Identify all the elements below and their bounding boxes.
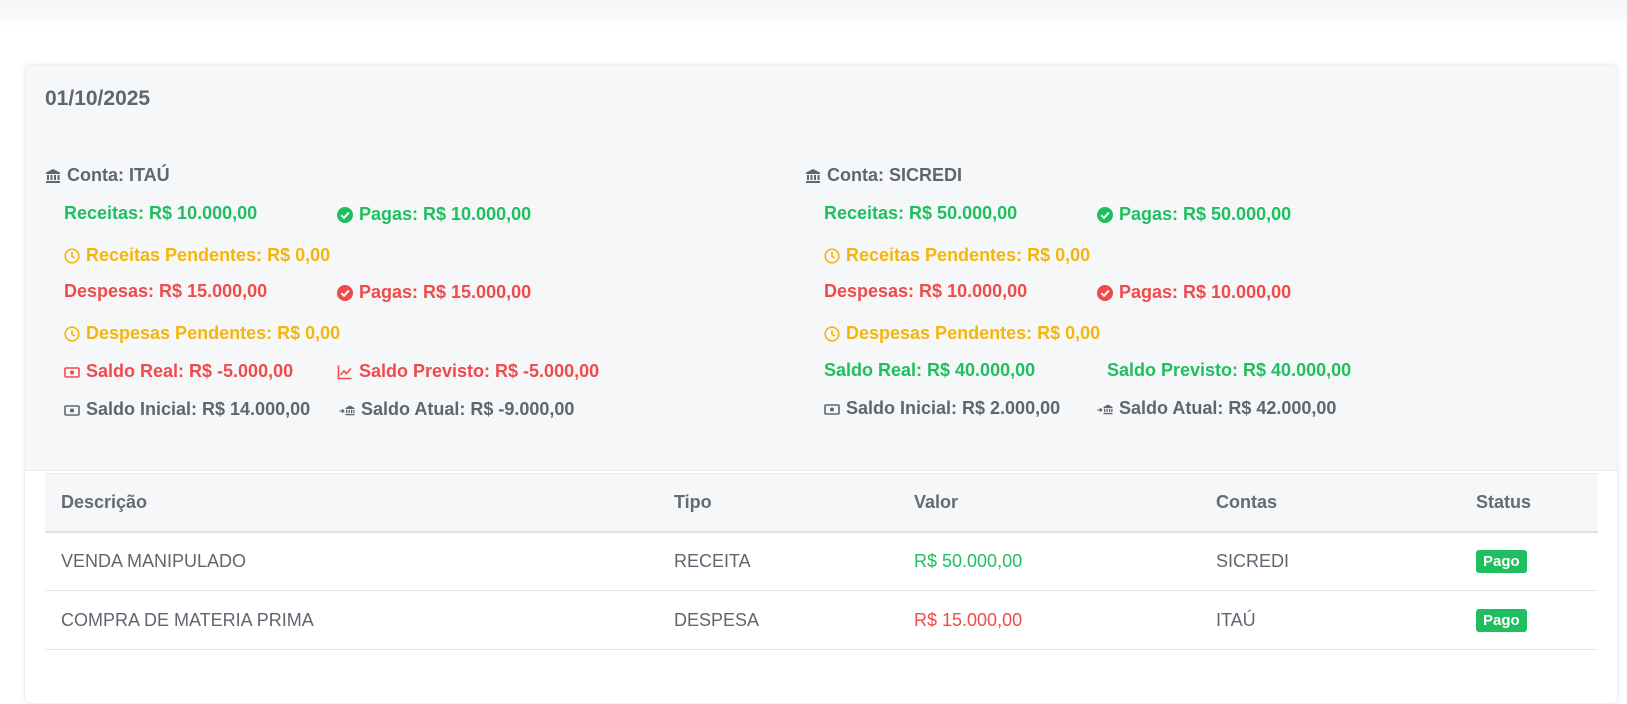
saldo-previsto-line: Saldo Previsto: R$ -5.000,00 — [337, 361, 599, 382]
despesas-line: Despesas: R$ 15.000,00 — [64, 281, 267, 302]
status-badge: Pago — [1476, 549, 1527, 573]
saldo-real-line: Saldo Real: R$ 40.000,00 — [824, 360, 1035, 381]
cell-descricao: COMPRA DE MATERIA PRIMA — [45, 590, 658, 650]
header-tipo[interactable]: Tipo — [658, 474, 898, 532]
status-badge: Pago — [1476, 608, 1527, 632]
transactions-table-wrap: Descrição Tipo Valor Contas Status VENDA… — [45, 473, 1598, 650]
transfer-bank-icon — [339, 402, 355, 418]
clock-icon — [64, 247, 80, 264]
header-valor[interactable]: Valor — [898, 474, 1200, 532]
cell-status: Pago — [1460, 531, 1598, 591]
saldo-real-line: Saldo Real: R$ -5.000,00 — [64, 361, 293, 382]
table-row[interactable]: COMPRA DE MATERIA PRIMA DESPESA R$ 15.00… — [45, 590, 1598, 650]
saldo-inicial-text: Saldo Inicial: R$ 14.000,00 — [86, 399, 311, 419]
cell-conta: ITAÚ — [1200, 590, 1460, 650]
check-circle-icon — [1097, 284, 1113, 301]
saldo-inicial-line: Saldo Inicial: R$ 2.000,00 — [824, 398, 1060, 419]
saldo-previsto-text: Saldo Previsto: R$ -5.000,00 — [359, 361, 600, 381]
saldo-real-text: Saldo Real: R$ 40.000,00 — [824, 360, 1036, 380]
despesas-line: Despesas: R$ 10.000,00 — [824, 281, 1027, 302]
summary-date: 01/10/2025 — [45, 87, 151, 110]
receitas-pendentes-text: Receitas Pendentes: R$ 0,00 — [86, 245, 331, 265]
account-title: Conta: SICREDI — [805, 165, 962, 186]
money-bill-icon — [824, 401, 840, 417]
table-header-row: Descrição Tipo Valor Contas Status — [45, 473, 1598, 532]
receitas-line: Receitas: R$ 10.000,00 — [64, 203, 257, 224]
bank-icon — [45, 168, 61, 184]
money-bill-icon — [64, 402, 80, 418]
transfer-bank-icon — [1097, 401, 1113, 417]
cell-tipo: DESPESA — [658, 590, 898, 650]
saldo-inicial-text: Saldo Inicial: R$ 2.000,00 — [846, 398, 1061, 418]
saldo-previsto-text: Saldo Previsto: R$ 40.000,00 — [1107, 360, 1352, 380]
account-itau: Conta: ITAÚ Receitas: R$ 10.000,00 Pagas… — [45, 165, 805, 465]
saldo-atual-text: Saldo Atual: R$ -9.000,00 — [361, 399, 575, 419]
check-circle-icon — [337, 284, 353, 301]
cell-valor: R$ 15.000,00 — [898, 590, 1200, 650]
top-bar — [0, 0, 1627, 30]
cell-status: Pago — [1460, 590, 1598, 650]
check-circle-icon — [1097, 206, 1113, 223]
despesas-pagas-line: Pagas: R$ 10.000,00 — [1097, 282, 1291, 303]
table-row[interactable]: VENDA MANIPULADO RECEITA R$ 50.000,00 SI… — [45, 531, 1598, 591]
account-title-text: Conta: ITAÚ — [67, 165, 170, 185]
despesas-pendentes-text: Despesas Pendentes: R$ 0,00 — [846, 323, 1101, 343]
line-chart-icon — [337, 364, 353, 380]
account-sicredi: Conta: SICREDI Receitas: R$ 50.000,00 Pa… — [805, 165, 1565, 465]
saldo-atual-line: Saldo Atual: R$ -9.000,00 — [339, 399, 574, 420]
header-status[interactable]: Status — [1460, 474, 1598, 532]
saldo-atual-text: Saldo Atual: R$ 42.000,00 — [1119, 398, 1337, 418]
receitas-pagas-text: Pagas: R$ 10.000,00 — [359, 204, 532, 224]
account-title: Conta: ITAÚ — [45, 165, 170, 186]
receitas-pendentes-text: Receitas Pendentes: R$ 0,00 — [846, 245, 1091, 265]
clock-icon — [824, 325, 840, 342]
day-summary-card: 01/10/2025 Conta: ITAÚ Receitas: R$ 10.0… — [24, 64, 1618, 704]
card-header: 01/10/2025 Conta: ITAÚ Receitas: R$ 10.0… — [25, 65, 1617, 471]
receitas-line: Receitas: R$ 50.000,00 — [824, 203, 1017, 224]
receitas-text: Receitas: R$ 50.000,00 — [824, 203, 1018, 223]
saldo-previsto-line: Saldo Previsto: R$ 40.000,00 — [1107, 360, 1351, 381]
saldo-inicial-line: Saldo Inicial: R$ 14.000,00 — [64, 399, 310, 420]
clock-icon — [824, 247, 840, 264]
despesas-pendentes-line: Despesas Pendentes: R$ 0,00 — [64, 323, 340, 344]
despesas-text: Despesas: R$ 10.000,00 — [824, 281, 1028, 301]
cell-tipo: RECEITA — [658, 531, 898, 591]
transactions-table: Descrição Tipo Valor Contas Status VENDA… — [45, 473, 1598, 650]
receitas-pendentes-line: Receitas Pendentes: R$ 0,00 — [64, 245, 330, 266]
saldo-real-text: Saldo Real: R$ -5.000,00 — [86, 361, 294, 381]
receitas-pagas-line: Pagas: R$ 10.000,00 — [337, 204, 531, 225]
despesas-pagas-line: Pagas: R$ 15.000,00 — [337, 282, 531, 303]
clock-icon — [64, 325, 80, 342]
header-descricao[interactable]: Descrição — [45, 474, 658, 532]
check-circle-icon — [337, 206, 353, 223]
despesas-pendentes-line: Despesas Pendentes: R$ 0,00 — [824, 323, 1100, 344]
receitas-pagas-text: Pagas: R$ 50.000,00 — [1119, 204, 1292, 224]
account-title-text: Conta: SICREDI — [827, 165, 962, 185]
bank-icon — [805, 168, 821, 184]
receitas-pagas-line: Pagas: R$ 50.000,00 — [1097, 204, 1291, 225]
header-contas[interactable]: Contas — [1200, 474, 1460, 532]
despesas-pendentes-text: Despesas Pendentes: R$ 0,00 — [86, 323, 341, 343]
cell-conta: SICREDI — [1200, 531, 1460, 591]
despesas-pagas-text: Pagas: R$ 10.000,00 — [1119, 282, 1292, 302]
money-bill-icon — [64, 364, 80, 380]
despesas-text: Despesas: R$ 15.000,00 — [64, 281, 268, 301]
cell-valor: R$ 50.000,00 — [898, 531, 1200, 591]
receitas-pendentes-line: Receitas Pendentes: R$ 0,00 — [824, 245, 1090, 266]
cell-descricao: VENDA MANIPULADO — [45, 531, 658, 591]
saldo-atual-line: Saldo Atual: R$ 42.000,00 — [1097, 398, 1336, 419]
despesas-pagas-text: Pagas: R$ 15.000,00 — [359, 282, 532, 302]
receitas-text: Receitas: R$ 10.000,00 — [64, 203, 258, 223]
